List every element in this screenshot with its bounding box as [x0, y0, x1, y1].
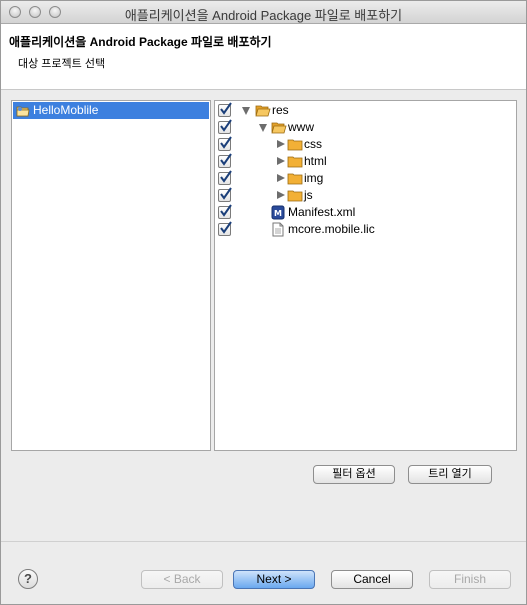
checkbox-res[interactable]: [218, 102, 232, 117]
project-list[interactable]: HelloMoblile: [11, 100, 211, 451]
tree-row-manifest[interactable]: M Manifest.xml: [215, 204, 515, 221]
wizard-subtitle: 대상 프로젝트 선택: [18, 58, 106, 70]
tree-row-license[interactable]: mcore.mobile.lic: [215, 221, 515, 238]
tree-label-www: www: [288, 120, 314, 134]
wizard-title: 애플리케이션을 Android Package 파일로 배포하기: [9, 35, 272, 49]
checkbox-manifest[interactable]: [218, 204, 232, 219]
checkbox-license[interactable]: [218, 221, 232, 236]
project-item[interactable]: HelloMoblile: [13, 102, 209, 119]
resource-tree[interactable]: res www css html img js M Manifest.xml m…: [214, 100, 517, 451]
expand-tree-button[interactable]: 트리 열기: [408, 465, 492, 484]
tree-label-html: html: [304, 154, 327, 168]
svg-text:M: M: [274, 209, 282, 218]
project-label: HelloMoblile: [33, 103, 99, 117]
tree-label-js: js: [304, 188, 313, 202]
checkbox-css[interactable]: [218, 136, 232, 151]
folder-open-icon: [271, 121, 287, 137]
folder-open-icon: [255, 104, 271, 120]
checkbox-www[interactable]: [218, 119, 232, 134]
window-title: 애플리케이션을 Android Package 파일로 배포하기: [124, 8, 403, 23]
expand-arrow-icon[interactable]: [242, 107, 250, 115]
folder-icon: [287, 138, 303, 154]
filter-options-button[interactable]: 필터 옵션: [313, 465, 395, 484]
help-icon[interactable]: ?: [18, 569, 38, 589]
collapse-arrow-icon[interactable]: [277, 140, 285, 148]
tree-label-res: res: [272, 103, 289, 117]
folder-icon: [287, 189, 303, 205]
collapse-arrow-icon[interactable]: [277, 174, 285, 182]
checkbox-img[interactable]: [218, 170, 232, 185]
folder-icon: [287, 172, 303, 188]
dialog-window: 애플리케이션을 Android Package 파일로 배포하기 애플리케이션을…: [0, 0, 527, 605]
tree-row-www[interactable]: www: [215, 119, 515, 136]
tree-row-html[interactable]: html: [215, 153, 515, 170]
wizard-header: 애플리케이션을 Android Package 파일로 배포하기 대상 프로젝트…: [1, 24, 526, 90]
back-button[interactable]: < Back: [141, 570, 223, 589]
tree-row-js[interactable]: js: [215, 187, 515, 204]
collapse-arrow-icon[interactable]: [277, 157, 285, 165]
expand-arrow-icon[interactable]: [259, 124, 267, 132]
footer-divider: [1, 541, 526, 542]
tree-row-css[interactable]: css: [215, 136, 515, 153]
checkbox-js[interactable]: [218, 187, 232, 202]
project-folder-icon: [16, 105, 30, 120]
collapse-arrow-icon[interactable]: [277, 191, 285, 199]
tree-label-manifest: Manifest.xml: [288, 205, 356, 219]
tree-label-css: css: [304, 137, 322, 151]
cancel-button[interactable]: Cancel: [331, 570, 413, 589]
finish-button[interactable]: Finish: [429, 570, 511, 589]
tree-label-license: mcore.mobile.lic: [288, 222, 375, 236]
text-file-icon: [272, 222, 284, 240]
folder-icon: [287, 155, 303, 171]
checkbox-html[interactable]: [218, 153, 232, 168]
tree-row-img[interactable]: img: [215, 170, 515, 187]
next-button[interactable]: Next >: [233, 570, 315, 589]
title-bar: 애플리케이션을 Android Package 파일로 배포하기: [1, 1, 526, 24]
tree-label-img: img: [304, 171, 324, 185]
tree-row-res[interactable]: res: [215, 102, 515, 119]
